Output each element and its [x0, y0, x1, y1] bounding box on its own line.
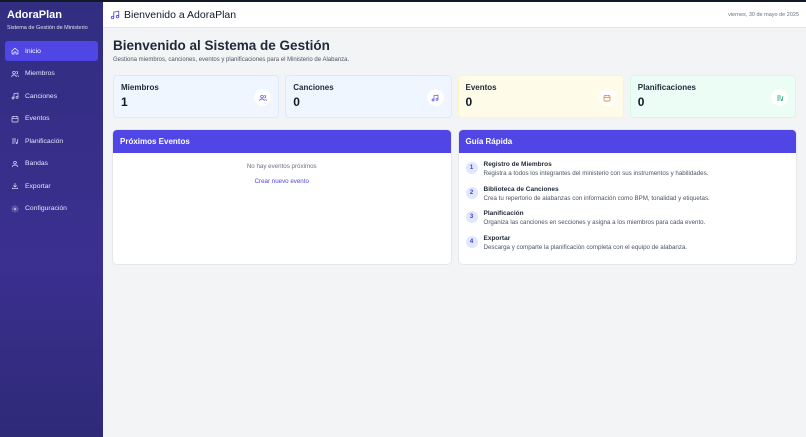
dashboard-content: Bienvenido al Sistema de Gestión Gestion…	[103, 28, 806, 264]
app-name: AdoraPlan	[7, 9, 63, 21]
music-note-icon	[11, 92, 19, 100]
guide-item-desc: Descarga y comparte la planificación com…	[483, 243, 688, 251]
page-subtitle: Gestiona miembros, canciones, eventos y …	[113, 57, 350, 63]
stat-label: Miembros	[121, 83, 159, 92]
list-item: 3 Planificación Organiza las canciones e…	[465, 209, 790, 227]
sidebar-item-configuracion[interactable]: Configuración	[5, 199, 98, 219]
sidebar-item-planificacion[interactable]: Planificación	[5, 131, 98, 151]
header-date: viernes, 30 de mayo de 2025	[728, 11, 799, 18]
sidebar-item-canciones[interactable]: Canciones	[5, 86, 98, 106]
stat-icon-badge	[426, 89, 444, 106]
panel-title: Próximos Eventos	[113, 130, 451, 153]
music-note-icon	[431, 94, 439, 101]
stats-row: Miembros 1 Canciones 0 Eventos 0 Planifi…	[113, 75, 796, 118]
list-music-icon	[776, 95, 783, 101]
sidebar-item-label: Inicio	[25, 47, 41, 55]
step-number: 4	[465, 235, 478, 248]
stat-card-planificaciones[interactable]: Planificaciones 0	[629, 75, 796, 118]
users-icon	[11, 70, 19, 77]
stat-value: 1	[121, 95, 128, 109]
step-number: 3	[465, 211, 478, 223]
guide-item-title: Exportar	[483, 234, 511, 242]
calendar-icon	[603, 94, 611, 101]
stat-value: 0	[293, 95, 300, 109]
music-note-icon	[110, 10, 120, 19]
empty-state: No hay eventos próximos Crear nuevo even…	[113, 153, 451, 188]
list-music-icon	[12, 138, 19, 144]
stat-label: Canciones	[293, 83, 334, 92]
stat-icon-badge	[771, 89, 788, 106]
sidebar-item-exportar[interactable]: Exportar	[5, 176, 98, 196]
sidebar-nav: Inicio Miembros Canciones Eventos Planif…	[0, 41, 103, 219]
main-area: Bienvenido a AdoraPlan viernes, 30 de ma…	[103, 2, 806, 437]
step-number: 1	[465, 162, 478, 174]
stat-card-eventos[interactable]: Eventos 0	[457, 75, 624, 118]
sidebar-item-label: Miembros	[25, 70, 55, 77]
create-event-link[interactable]: Crear nuevo evento	[255, 178, 309, 185]
step-number: 2	[465, 186, 478, 199]
guide-item-desc: Organiza las canciones en secciones y as…	[483, 219, 706, 226]
stat-card-miembros[interactable]: Miembros 1	[113, 75, 280, 118]
sidebar-item-label: Planificación	[25, 137, 64, 145]
guide-item-desc: Registra a todos los integrantes del min…	[483, 170, 709, 177]
stat-label: Planificaciones	[637, 83, 696, 92]
download-icon	[12, 183, 18, 189]
panel-title: Guía Rápida	[458, 130, 796, 153]
page-title: Bienvenido al Sistema de Gestión	[113, 38, 330, 53]
sidebar-item-label: Bandas	[25, 160, 49, 167]
upcoming-events-panel: Próximos Eventos No hay eventos próximos…	[113, 130, 451, 264]
brand: AdoraPlan Sistema de Gestión de Minister…	[0, 2, 103, 31]
list-item: 2 Biblioteca de Canciones Crea tu repert…	[465, 185, 790, 203]
sidebar: AdoraPlan Sistema de Gestión de Minister…	[0, 2, 103, 437]
gear-icon	[11, 205, 19, 212]
sidebar-item-label: Eventos	[25, 115, 50, 122]
header-title: Bienvenido a AdoraPlan	[124, 8, 237, 21]
stat-value: 0	[637, 95, 645, 109]
home-icon	[11, 47, 19, 55]
guide-item-desc: Crea tu repertorio de alabanzas con info…	[483, 194, 710, 202]
list-item: 1 Registro de Miembros Registra a todos …	[465, 160, 790, 178]
quick-guide-panel: Guía Rápida 1 Registro de Miembros Regis…	[458, 130, 797, 264]
list-item: 4 Exportar Descarga y comparte la planif…	[465, 234, 790, 252]
panels-row: Próximos Eventos No hay eventos próximos…	[113, 130, 796, 264]
top-header: Bienvenido a AdoraPlan viernes, 30 de ma…	[103, 2, 806, 28]
guide-item-title: Planificación	[483, 210, 524, 217]
sidebar-item-eventos[interactable]: Eventos	[5, 109, 98, 129]
sidebar-item-bandas[interactable]: Bandas	[5, 154, 98, 174]
stat-label: Eventos	[465, 83, 497, 92]
sidebar-item-miembros[interactable]: Miembros	[5, 64, 98, 84]
guide-item-title: Biblioteca de Canciones	[483, 185, 559, 193]
sidebar-item-label: Canciones	[25, 92, 58, 100]
calendar-icon	[11, 115, 19, 122]
stat-icon-badge	[598, 89, 616, 106]
sidebar-item-inicio[interactable]: Inicio	[5, 41, 98, 61]
stat-value: 0	[465, 95, 473, 109]
stat-card-canciones[interactable]: Canciones 0	[285, 75, 452, 118]
sidebar-item-label: Configuración	[25, 205, 67, 212]
empty-text: No hay eventos próximos	[246, 163, 317, 170]
guide-list: 1 Registro de Miembros Registra a todos …	[459, 153, 797, 252]
sidebar-item-label: Exportar	[25, 182, 51, 190]
users-icon	[259, 94, 267, 101]
guide-item-title: Registro de Miembros	[483, 161, 552, 168]
app-subtitle: Sistema de Gestión de Ministerio	[7, 25, 88, 31]
band-icon	[12, 160, 18, 167]
